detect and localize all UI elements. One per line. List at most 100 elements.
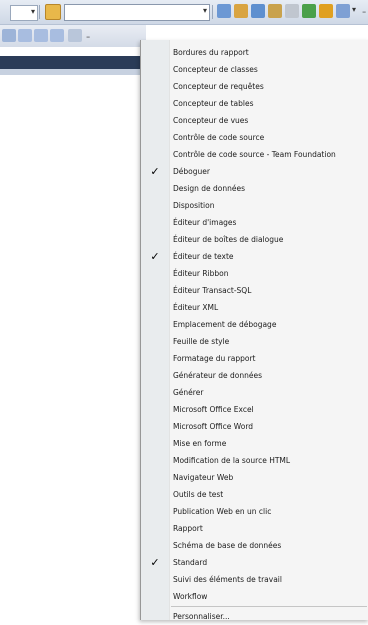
checkmark-icon: ✓ (150, 250, 160, 263)
menu-item[interactable]: Mise en forme (141, 435, 368, 452)
menu-item-label: Générateur de données (173, 371, 263, 380)
menu-separator (171, 606, 367, 607)
checkmark-icon: ✓ (150, 556, 160, 569)
menu-item-label: Éditeur de texte (173, 252, 234, 261)
menu-item-label: Outils de test (173, 490, 224, 499)
toolbar-overflow-icon[interactable]: ₌ (86, 31, 90, 40)
menu-item[interactable]: ✓ Éditeur de texte (141, 248, 368, 265)
menu-item-label: Éditeur de boîtes de dialogue (173, 235, 284, 244)
menu-item-label: Modification de la source HTML (173, 456, 291, 465)
menu-item[interactable]: Concepteur de classes (141, 61, 368, 78)
menu-item-label: Éditeur d'images (173, 218, 237, 227)
menu-item-label: Publication Web en un clic (173, 507, 272, 516)
toolbar-secondary: ₌ (0, 25, 146, 47)
menu-item[interactable]: ✓ Déboguer (141, 163, 368, 180)
menu-item[interactable]: Éditeur de boîtes de dialogue (141, 231, 368, 248)
menu-item[interactable]: Microsoft Office Excel (141, 401, 368, 418)
menu-item[interactable]: Rapport (141, 520, 368, 537)
toolbar-standard: ▾ ▾ ▾ ₌ (0, 0, 368, 25)
menu-item-label: Éditeur Transact-SQL (173, 286, 252, 295)
menu-item-label: Rapport (173, 524, 203, 533)
menu-item[interactable]: Microsoft Office Word (141, 418, 368, 435)
menu-item[interactable]: Design de données (141, 180, 368, 197)
menu-item-label: Suivi des éléments de travail (173, 575, 282, 584)
menu-item-label: Standard (173, 558, 208, 567)
menu-item-label: Concepteur de classes (173, 65, 258, 74)
menu-item[interactable]: Générer (141, 384, 368, 401)
menu-item[interactable]: Workflow (141, 588, 368, 605)
object-browser-icon[interactable] (319, 4, 333, 18)
menu-item-label: Éditeur XML (173, 303, 219, 312)
menu-item-label: Concepteur de vues (173, 116, 249, 125)
chevron-down-icon: ▾ (30, 7, 35, 16)
menu-item-label: Déboguer (173, 167, 210, 176)
toolbar-separator (212, 5, 213, 19)
menu-item[interactable]: Disposition (141, 197, 368, 214)
menu-item-label: Concepteur de requêtes (173, 82, 264, 91)
menu-item[interactable]: Contrôle de code source - Team Foundatio… (141, 146, 368, 163)
menu-item-label: Générer (173, 388, 204, 397)
start-page-icon[interactable] (302, 4, 316, 18)
bookmark-icon[interactable] (2, 29, 16, 42)
menu-item-label: Design de données (173, 184, 246, 193)
menu-item-label: Formatage du rapport (173, 354, 256, 363)
menu-item-label: Workflow (173, 592, 208, 601)
bookmark-prev-icon[interactable] (18, 29, 32, 42)
menu-item[interactable]: Formatage du rapport (141, 350, 368, 367)
menu-item[interactable]: Générateur de données (141, 367, 368, 384)
find-combo[interactable]: ▾ (64, 4, 210, 21)
menu-item-label: Feuille de style (173, 337, 230, 346)
customize-label: Personnaliser... (173, 612, 230, 621)
customize-menu-item[interactable]: Personnaliser... (141, 608, 368, 625)
chevron-down-icon[interactable]: ▾ (352, 5, 356, 14)
zoom-icon[interactable] (68, 29, 82, 42)
menu-item[interactable]: Suivi des éléments de travail (141, 571, 368, 588)
bookmark-clear-icon[interactable] (50, 29, 64, 42)
menu-item[interactable]: Navigateur Web (141, 469, 368, 486)
menu-item-label: Contrôle de code source - Team Foundatio… (173, 150, 336, 159)
checkmark-icon: ✓ (150, 165, 160, 178)
menu-item[interactable]: Concepteur de tables (141, 95, 368, 112)
menu-item[interactable]: Feuille de style (141, 333, 368, 350)
menu-item[interactable]: Outils de test (141, 486, 368, 503)
properties-icon[interactable] (234, 4, 248, 18)
find-icon[interactable] (217, 4, 231, 18)
document-tab-strip (0, 56, 146, 69)
menu-item-label: Navigateur Web (173, 473, 234, 482)
menu-item-label: Microsoft Office Excel (173, 405, 254, 414)
menu-item[interactable]: Emplacement de débogage (141, 316, 368, 333)
menu-item-label: Emplacement de débogage (173, 320, 277, 329)
toolbar-overflow-icon[interactable]: ₌ (362, 6, 366, 15)
toolbars-context-menu: Bordures du rapport Concepteur de classes… (140, 40, 368, 621)
menu-item[interactable]: Bordures du rapport (141, 44, 368, 61)
document-area-border (0, 69, 146, 75)
menu-item[interactable]: ✓ Standard (141, 554, 368, 571)
bookmark-next-icon[interactable] (34, 29, 48, 42)
menu-item-label: Bordures du rapport (173, 48, 249, 57)
toolbox-icon[interactable] (251, 4, 265, 18)
menu-item[interactable]: Éditeur Ribbon (141, 265, 368, 282)
menu-item-label: Microsoft Office Word (173, 422, 254, 431)
menu-item[interactable]: Publication Web en un clic (141, 503, 368, 520)
menu-item[interactable]: Modification de la source HTML (141, 452, 368, 469)
menu-item[interactable]: Éditeur d'images (141, 214, 368, 231)
folder-open-icon[interactable] (45, 4, 61, 20)
solution-explorer-icon[interactable] (268, 4, 282, 18)
menu-item-label: Contrôle de code source (173, 133, 265, 142)
navigate-dropdown[interactable]: ▾ (10, 5, 38, 21)
menu-item[interactable]: Concepteur de vues (141, 112, 368, 129)
command-window-icon[interactable] (336, 4, 350, 18)
menu-item-label: Schéma de base de données (173, 541, 282, 550)
menu-item[interactable]: Concepteur de requêtes (141, 78, 368, 95)
menu-item-label: Concepteur de tables (173, 99, 254, 108)
menu-item-label: Mise en forme (173, 439, 227, 448)
menu-item[interactable]: Éditeur XML (141, 299, 368, 316)
chevron-down-icon: ▾ (202, 6, 207, 15)
toolbar-separator (39, 5, 40, 19)
tools-icon[interactable] (285, 4, 299, 18)
menu-item[interactable]: Contrôle de code source (141, 129, 368, 146)
menu-item[interactable]: Schéma de base de données (141, 537, 368, 554)
menu-item[interactable]: Éditeur Transact-SQL (141, 282, 368, 299)
menu-item-label: Éditeur Ribbon (173, 269, 229, 278)
menu-item-label: Disposition (173, 201, 215, 210)
